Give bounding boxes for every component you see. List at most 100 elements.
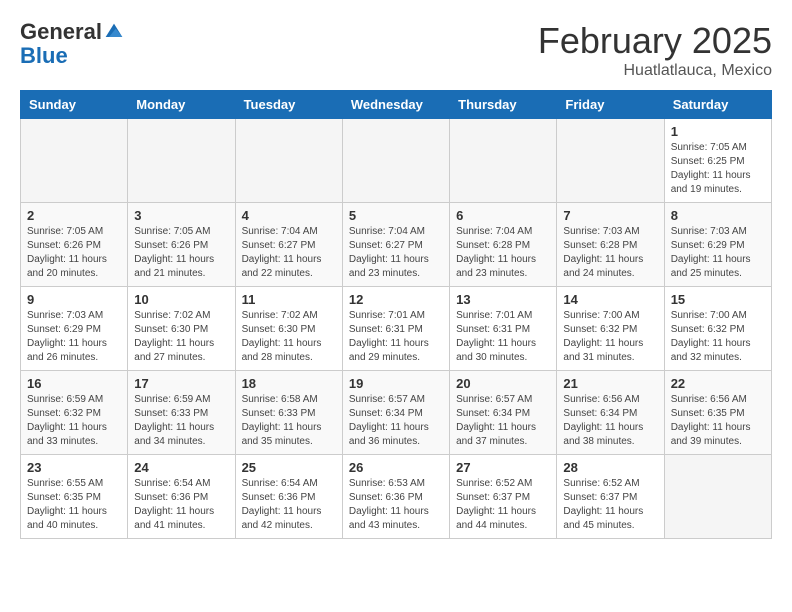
calendar-cell <box>450 119 557 203</box>
day-info: Sunrise: 7:04 AM Sunset: 6:28 PM Dayligh… <box>456 225 550 281</box>
day-info: Sunrise: 7:02 AM Sunset: 6:30 PM Dayligh… <box>242 309 336 365</box>
calendar-cell: 24 Sunrise: 6:54 AM Sunset: 6:36 PM Dayli… <box>128 455 235 539</box>
calendar-cell: 28 Sunrise: 6:52 AM Sunset: 6:37 PM Dayli… <box>557 455 664 539</box>
day-number: 4 <box>242 208 336 223</box>
calendar-cell <box>128 119 235 203</box>
day-info: Sunrise: 7:03 AM Sunset: 6:29 PM Dayligh… <box>27 309 121 365</box>
calendar-cell: 15 Sunrise: 7:00 AM Sunset: 6:32 PM Dayli… <box>664 287 771 371</box>
calendar-cell: 27 Sunrise: 6:52 AM Sunset: 6:37 PM Dayli… <box>450 455 557 539</box>
day-number: 5 <box>349 208 443 223</box>
calendar-week-row: 2 Sunrise: 7:05 AM Sunset: 6:26 PM Daylig… <box>21 203 772 287</box>
calendar-cell: 19 Sunrise: 6:57 AM Sunset: 6:34 PM Dayli… <box>342 371 449 455</box>
title-block: February 2025 Huatlatlauca, Mexico <box>538 20 772 80</box>
day-number: 7 <box>563 208 657 223</box>
calendar-cell: 23 Sunrise: 6:55 AM Sunset: 6:35 PM Dayli… <box>21 455 128 539</box>
calendar-cell: 16 Sunrise: 6:59 AM Sunset: 6:32 PM Dayli… <box>21 371 128 455</box>
day-of-week-header: Thursday <box>450 91 557 119</box>
day-number: 22 <box>671 376 765 391</box>
calendar-week-row: 1Sunrise: 7:05 AM Sunset: 6:25 PM Daylig… <box>21 119 772 203</box>
day-info: Sunrise: 6:56 AM Sunset: 6:34 PM Dayligh… <box>563 393 657 449</box>
calendar-cell: 20 Sunrise: 6:57 AM Sunset: 6:34 PM Dayli… <box>450 371 557 455</box>
calendar-cell: 13 Sunrise: 7:01 AM Sunset: 6:31 PM Dayli… <box>450 287 557 371</box>
day-info: Sunrise: 7:03 AM Sunset: 6:29 PM Dayligh… <box>671 225 765 281</box>
day-info: Sunrise: 7:04 AM Sunset: 6:27 PM Dayligh… <box>242 225 336 281</box>
day-number: 9 <box>27 292 121 307</box>
day-info: Sunrise: 6:54 AM Sunset: 6:36 PM Dayligh… <box>134 477 228 533</box>
calendar-cell: 18Sunrise: 6:58 AM Sunset: 6:33 PM Dayli… <box>235 371 342 455</box>
day-info: Sunrise: 6:58 AM Sunset: 6:33 PM Dayligh… <box>242 393 336 449</box>
day-number: 12 <box>349 292 443 307</box>
calendar-cell: 25 Sunrise: 6:54 AM Sunset: 6:36 PM Dayli… <box>235 455 342 539</box>
day-number: 20 <box>456 376 550 391</box>
calendar-week-row: 9 Sunrise: 7:03 AM Sunset: 6:29 PM Daylig… <box>21 287 772 371</box>
calendar-cell: 10 Sunrise: 7:02 AM Sunset: 6:30 PM Dayli… <box>128 287 235 371</box>
day-info: Sunrise: 7:05 AM Sunset: 6:25 PM Dayligh… <box>671 141 765 197</box>
day-number: 17 <box>134 376 228 391</box>
day-info: Sunrise: 7:00 AM Sunset: 6:32 PM Dayligh… <box>563 309 657 365</box>
day-number: 14 <box>563 292 657 307</box>
day-of-week-header: Friday <box>557 91 664 119</box>
calendar-cell: 8 Sunrise: 7:03 AM Sunset: 6:29 PM Daylig… <box>664 203 771 287</box>
day-info: Sunrise: 6:57 AM Sunset: 6:34 PM Dayligh… <box>456 393 550 449</box>
logo-icon <box>104 22 124 42</box>
calendar-cell: 3Sunrise: 7:05 AM Sunset: 6:26 PM Daylig… <box>128 203 235 287</box>
day-info: Sunrise: 7:00 AM Sunset: 6:32 PM Dayligh… <box>671 309 765 365</box>
month-title: February 2025 <box>538 20 772 62</box>
day-number: 6 <box>456 208 550 223</box>
day-number: 16 <box>27 376 121 391</box>
calendar-cell: 21 Sunrise: 6:56 AM Sunset: 6:34 PM Dayli… <box>557 371 664 455</box>
logo: General Blue <box>20 20 124 68</box>
calendar-cell: 6 Sunrise: 7:04 AM Sunset: 6:28 PM Daylig… <box>450 203 557 287</box>
calendar: SundayMondayTuesdayWednesdayThursdayFrid… <box>20 90 772 539</box>
calendar-cell <box>21 119 128 203</box>
page-header: General Blue February 2025 Huatlatlauca,… <box>20 20 772 80</box>
calendar-cell: 11 Sunrise: 7:02 AM Sunset: 6:30 PM Dayli… <box>235 287 342 371</box>
calendar-cell: 12Sunrise: 7:01 AM Sunset: 6:31 PM Dayli… <box>342 287 449 371</box>
day-info: Sunrise: 7:04 AM Sunset: 6:27 PM Dayligh… <box>349 225 443 281</box>
calendar-cell: 17Sunrise: 6:59 AM Sunset: 6:33 PM Dayli… <box>128 371 235 455</box>
day-info: Sunrise: 7:05 AM Sunset: 6:26 PM Dayligh… <box>134 225 228 281</box>
day-of-week-header: Tuesday <box>235 91 342 119</box>
day-number: 25 <box>242 460 336 475</box>
day-info: Sunrise: 6:54 AM Sunset: 6:36 PM Dayligh… <box>242 477 336 533</box>
day-number: 19 <box>349 376 443 391</box>
day-info: Sunrise: 6:59 AM Sunset: 6:32 PM Dayligh… <box>27 393 121 449</box>
day-info: Sunrise: 7:05 AM Sunset: 6:26 PM Dayligh… <box>27 225 121 281</box>
logo-blue: Blue <box>20 44 124 68</box>
day-number: 23 <box>27 460 121 475</box>
day-info: Sunrise: 6:55 AM Sunset: 6:35 PM Dayligh… <box>27 477 121 533</box>
calendar-cell <box>342 119 449 203</box>
day-number: 8 <box>671 208 765 223</box>
logo-general: General <box>20 20 102 44</box>
calendar-cell: 4 Sunrise: 7:04 AM Sunset: 6:27 PM Daylig… <box>235 203 342 287</box>
day-info: Sunrise: 6:52 AM Sunset: 6:37 PM Dayligh… <box>456 477 550 533</box>
day-number: 13 <box>456 292 550 307</box>
calendar-cell: 26Sunrise: 6:53 AM Sunset: 6:36 PM Dayli… <box>342 455 449 539</box>
day-number: 28 <box>563 460 657 475</box>
day-number: 21 <box>563 376 657 391</box>
day-info: Sunrise: 6:56 AM Sunset: 6:35 PM Dayligh… <box>671 393 765 449</box>
day-info: Sunrise: 6:52 AM Sunset: 6:37 PM Dayligh… <box>563 477 657 533</box>
day-of-week-header: Wednesday <box>342 91 449 119</box>
day-info: Sunrise: 6:57 AM Sunset: 6:34 PM Dayligh… <box>349 393 443 449</box>
calendar-cell: 5 Sunrise: 7:04 AM Sunset: 6:27 PM Daylig… <box>342 203 449 287</box>
calendar-week-row: 23 Sunrise: 6:55 AM Sunset: 6:35 PM Dayli… <box>21 455 772 539</box>
day-number: 11 <box>242 292 336 307</box>
day-info: Sunrise: 7:02 AM Sunset: 6:30 PM Dayligh… <box>134 309 228 365</box>
day-number: 24 <box>134 460 228 475</box>
day-of-week-header: Monday <box>128 91 235 119</box>
day-number: 10 <box>134 292 228 307</box>
calendar-cell: 7 Sunrise: 7:03 AM Sunset: 6:28 PM Daylig… <box>557 203 664 287</box>
calendar-cell: 22 Sunrise: 6:56 AM Sunset: 6:35 PM Dayli… <box>664 371 771 455</box>
day-info: Sunrise: 6:53 AM Sunset: 6:36 PM Dayligh… <box>349 477 443 533</box>
day-of-week-header: Sunday <box>21 91 128 119</box>
calendar-header-row: SundayMondayTuesdayWednesdayThursdayFrid… <box>21 91 772 119</box>
day-info: Sunrise: 7:01 AM Sunset: 6:31 PM Dayligh… <box>456 309 550 365</box>
calendar-cell <box>235 119 342 203</box>
calendar-cell: 1Sunrise: 7:05 AM Sunset: 6:25 PM Daylig… <box>664 119 771 203</box>
day-number: 2 <box>27 208 121 223</box>
calendar-week-row: 16 Sunrise: 6:59 AM Sunset: 6:32 PM Dayli… <box>21 371 772 455</box>
day-number: 27 <box>456 460 550 475</box>
day-info: Sunrise: 7:03 AM Sunset: 6:28 PM Dayligh… <box>563 225 657 281</box>
day-number: 15 <box>671 292 765 307</box>
